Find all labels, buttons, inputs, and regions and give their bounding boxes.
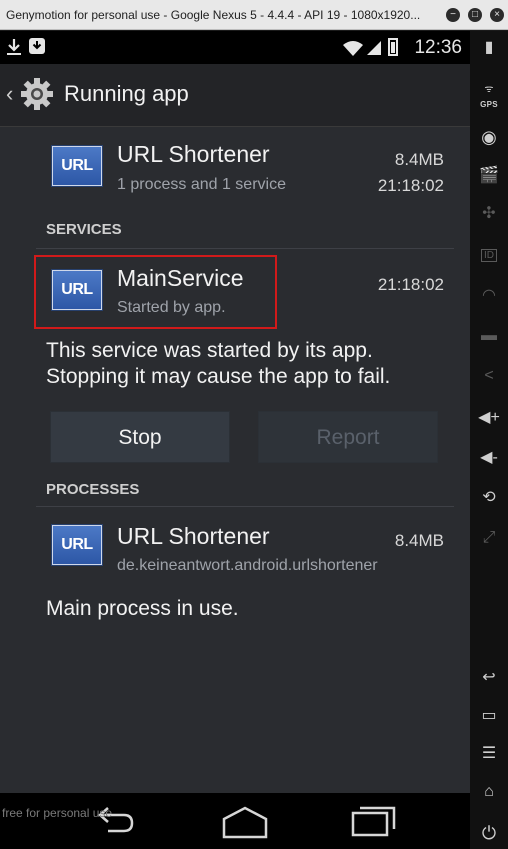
notification-icon [29,38,45,54]
process-name: URL Shortener [117,523,270,549]
share-icon[interactable]: < [470,367,508,385]
app-icon-label: URL [61,157,93,174]
menu-icon[interactable]: ☰ [470,743,508,763]
process-package: de.keineantwort.android.urlshortener [117,557,378,574]
gps-label: GPS [480,100,498,109]
app-name: URL Shortener [117,141,270,167]
id-label: ID [481,249,497,262]
power-icon[interactable]: ⏻ [470,823,508,844]
watermark-text: free for personal use [2,806,113,820]
status-time: 12:36 [414,37,462,58]
dpad-icon[interactable]: ✣ [470,203,508,223]
process-size: 8.4MB [394,531,444,550]
gps-icon[interactable]: ᯤ GPS [470,85,508,112]
window-titlebar: Genymotion for personal use - Google Nex… [0,0,508,30]
app-subtitle: 1 process and 1 service [117,176,286,193]
wifi-icon [343,41,363,56]
rotate-icon[interactable]: ⟲ [470,487,508,507]
status-bar: 12:36 [0,31,470,64]
page-title: Running app [64,81,189,106]
app-icon: URL [52,146,102,186]
battery-icon[interactable]: ▮ [470,37,508,57]
navigation-bar [0,793,470,849]
clapper-icon[interactable]: 🎬 [470,165,508,185]
services-header: SERVICES [46,221,122,238]
close-button[interactable]: × [490,8,504,22]
process-icon-label: URL [61,536,93,553]
scale-icon[interactable]: ⤢ [470,529,508,547]
camera-icon[interactable]: ◉ [470,127,508,148]
genymotion-toolbar: ▮ ᯤ GPS ◉ 🎬 ✣ ID ◠ ▬ < ◀+ ◀- ⟲ ⤢ ↩ ▭ ☰ ⌂ … [470,31,508,849]
sms-icon[interactable]: ▬ [470,327,508,345]
volume-down-icon[interactable]: ◀- [470,447,508,467]
services-divider [36,248,454,249]
app-time: 21:18:02 [377,176,444,195]
processes-header: PROCESSES [46,481,140,498]
recent-apps-icon[interactable] [350,803,400,839]
action-bar: ‹ Running app [0,64,470,127]
minimize-button[interactable]: − [446,8,460,22]
processes-divider [36,506,454,507]
report-button[interactable]: Report [258,411,438,463]
process-description: Main process in use. [46,597,239,620]
highlight-box [34,255,277,329]
process-icon: URL [52,525,102,565]
device-screen: 12:36 ‹ Running app URL URL Shortener 1 … [0,31,470,849]
rss-icon[interactable]: ◠ [470,285,508,305]
download-icon [7,39,21,55]
id-icon[interactable]: ID [470,245,508,263]
stop-button[interactable]: Stop [50,411,230,463]
home-icon[interactable] [220,805,270,839]
window-title: Genymotion for personal use - Google Nex… [6,8,421,22]
recent-apps-icon[interactable]: ▭ [470,705,508,725]
back-icon[interactable]: ↩ [470,667,508,687]
home-icon[interactable]: ⌂ [470,783,508,801]
up-caret-icon[interactable]: ‹ [6,81,13,107]
service-description-line1: This service was started by its app. [46,339,373,362]
volume-up-icon[interactable]: ◀+ [470,407,508,427]
app-size: 8.4MB [394,150,444,169]
maximize-button[interactable]: □ [468,8,482,22]
service-description-line2: Stopping it may cause the app to fail. [46,365,391,388]
gear-icon[interactable] [20,77,54,111]
service-time: 21:18:02 [377,275,444,294]
battery-icon [388,38,398,56]
signal-icon [367,41,381,55]
